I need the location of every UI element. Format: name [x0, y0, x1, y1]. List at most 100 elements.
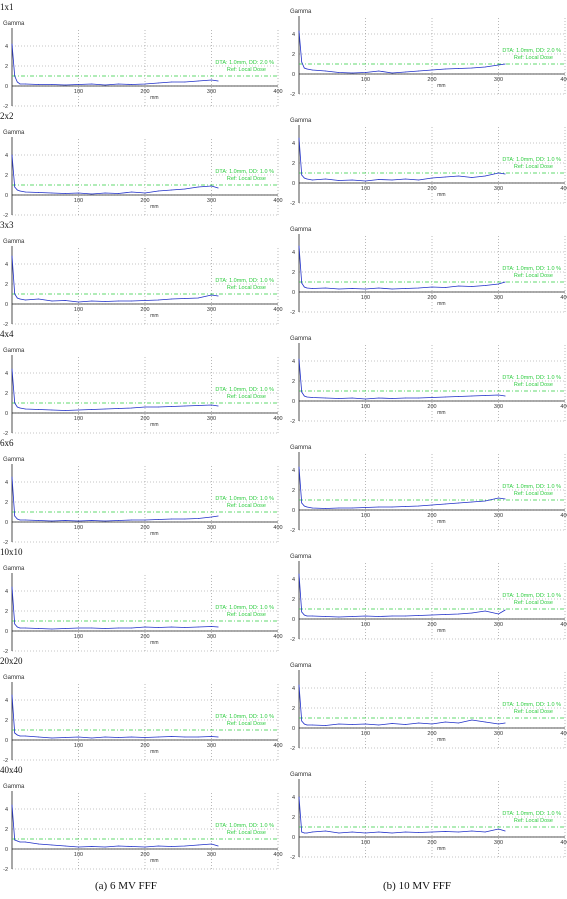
gamma-panel: Gamma 4 2 0 -2 100 200 300 400 mm DTA: 1.0mm, DD: …: [0, 123, 283, 231]
gamma-point: [11, 255, 13, 257]
y-axis-title: Gamma: [3, 784, 25, 790]
gamma-point: [118, 300, 119, 302]
gamma-point: [217, 405, 219, 407]
gamma-point: [444, 503, 446, 505]
gamma-point: [14, 732, 16, 734]
x-tick-label: 200: [140, 307, 149, 313]
gamma-point: [471, 830, 473, 832]
gamma-point: [431, 723, 433, 725]
y-tick-label: 2: [292, 815, 295, 821]
gamma-point: [171, 81, 173, 83]
gamma-point: [418, 615, 420, 616]
gamma-plot: Gamma 4 2 0 -2 100 200 300 400 mm DTA: 1.0mm, DD: …: [290, 118, 567, 207]
gamma-point: [431, 504, 433, 506]
gamma-point: [405, 506, 406, 507]
y-axis-title: Gamma: [290, 118, 312, 124]
y-tick-label: 0: [292, 726, 295, 732]
gamma-panel: Gamma 4 2 0 -2 100 200 300 400 mm DTA: 1.0mm, DD: …: [0, 450, 283, 558]
gamma-point: [484, 500, 486, 502]
gamma-point: [157, 845, 159, 847]
gamma-point: [418, 179, 420, 181]
x-axis-title: mm: [150, 95, 158, 101]
x-tick-label: 300: [494, 513, 503, 519]
gamma-point: [444, 396, 446, 398]
gamma-point: [78, 192, 79, 194]
gamma-point: [64, 410, 66, 411]
x-tick-label: 200: [140, 416, 149, 422]
gamma-point: [311, 397, 313, 398]
gamma-point: [303, 67, 305, 69]
gamma-point: [311, 724, 313, 726]
x-tick-label: 300: [494, 186, 503, 192]
x-tick-label: 400: [273, 743, 282, 749]
gamma-point: [171, 518, 173, 520]
gamma-point: [431, 69, 433, 71]
gamma-panel: Gamma 4 2 0 -2 100 200 300 400 mm DTA: 1.0mm, DD: …: [287, 2, 567, 110]
gamma-point: [51, 628, 53, 630]
gamma-point: [303, 505, 305, 507]
x-tick-label: 100: [361, 186, 370, 192]
annotation-reference: Ref: Local Dose: [227, 176, 266, 182]
y-axis-title: Gamma: [3, 457, 25, 463]
x-tick-label: 300: [207, 852, 216, 858]
gamma-point: [458, 175, 459, 177]
x-tick-label: 200: [427, 186, 436, 192]
x-tick-label: 400: [273, 852, 282, 858]
gamma-point: [325, 508, 326, 509]
gamma-point: [444, 721, 446, 723]
annotation-reference: Ref: Local Dose: [514, 709, 553, 715]
gamma-point: [78, 301, 79, 303]
gamma-point: [405, 397, 406, 399]
gamma-point: [144, 192, 146, 194]
x-tick-label: 200: [427, 731, 436, 737]
gamma-panel: Gamma 4 2 0 -2 100 200 300 400 mm DTA: 1.0mm, DD: …: [0, 341, 283, 449]
gamma-point: [484, 721, 486, 723]
gamma-point: [19, 83, 21, 85]
annotation-criteria: DTA: 1.0mm, DD: 1.0 %: [502, 157, 561, 163]
annotation-criteria: DTA: 1.0mm, DD: 1.0 %: [502, 375, 561, 381]
gamma-point: [301, 61, 303, 63]
row-label: 2x2: [0, 111, 14, 121]
gamma-point: [458, 722, 459, 724]
gamma-point: [131, 846, 133, 847]
y-axis-title: Gamma: [3, 130, 25, 136]
caption-b-text: 10 MV FFF: [398, 880, 451, 892]
x-tick-label: 400: [560, 77, 567, 83]
gamma-point: [211, 736, 212, 737]
gamma-point: [11, 368, 13, 370]
x-tick-label: 300: [207, 743, 216, 749]
gamma-point: [504, 173, 506, 175]
x-axis-title: mm: [150, 204, 158, 210]
gamma-point: [405, 71, 406, 73]
gamma-panel: Gamma 4 2 0 -2 100 200 300 400 mm DTA: 1.0mm, DD: …: [0, 14, 283, 122]
gamma-point: [144, 83, 146, 85]
gamma-point: [351, 179, 353, 181]
gamma-point: [498, 283, 499, 285]
row-label: 1x1: [0, 2, 14, 12]
gamma-point: [78, 736, 79, 738]
gamma-point: [298, 466, 300, 468]
gamma-point: [184, 298, 186, 299]
gamma-series-line: [11, 368, 219, 411]
gamma-point: [91, 409, 93, 410]
annotation-criteria: DTA: 1.0mm, DD: 1.0 %: [502, 702, 561, 708]
gamma-point: [471, 719, 473, 721]
row-label: 40x40: [0, 765, 23, 775]
gamma-point: [78, 520, 79, 522]
gamma-point: [458, 396, 459, 397]
y-tick-label: -2: [3, 322, 8, 328]
y-tick-label: 2: [5, 391, 8, 397]
gamma-point: [51, 409, 53, 411]
x-tick-label: 400: [560, 186, 567, 192]
gamma-panel: Gamma 4 2 0 -2 100 200 300 400 mm DTA: 1.0mm, DD: …: [0, 232, 283, 340]
x-axis-title: mm: [150, 531, 158, 537]
gamma-plot: Gamma 4 2 0 -2 100 200 300 400 mm DTA: 1.0mm, DD: …: [290, 554, 567, 643]
gamma-point: [64, 520, 66, 521]
y-tick-label: 2: [5, 718, 8, 724]
gamma-plot: Gamma 4 2 0 -2 100 200 300 400 mm DTA: 1.0mm, DD: …: [3, 457, 283, 546]
gamma-point: [325, 725, 326, 726]
gamma-panel: Gamma 4 2 0 -2 100 200 300 400 mm DTA: 1.0mm, DD: …: [0, 559, 283, 667]
gamma-point: [38, 409, 39, 410]
gamma-point: [24, 299, 26, 301]
gamma-point: [38, 843, 39, 845]
